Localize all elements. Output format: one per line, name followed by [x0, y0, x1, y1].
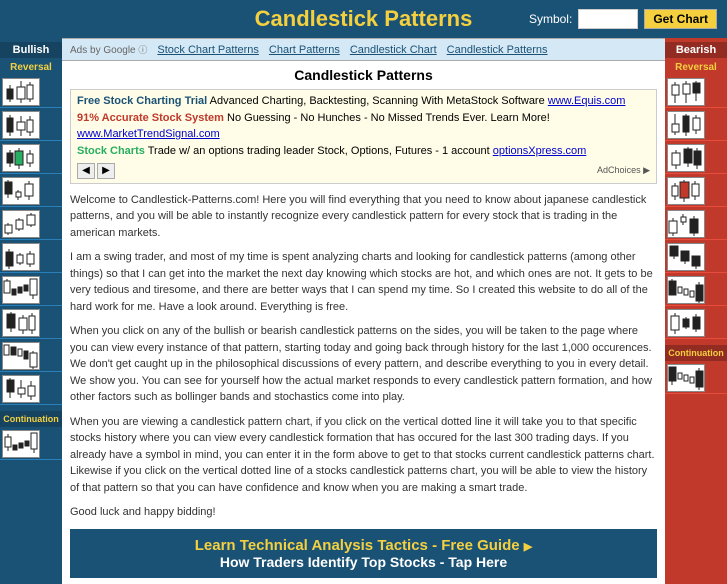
left-thumb-morning-star [2, 177, 40, 205]
left-thumb-3white [2, 210, 40, 238]
right-cont-thumb1 [667, 364, 705, 392]
left-continuation-section: Continuation [0, 411, 62, 427]
left-pattern-rising3[interactable] [0, 275, 62, 306]
symbol-label: Symbol: [529, 12, 572, 26]
ad-link-3[interactable]: optionsXpress.com [493, 145, 587, 157]
symbol-area: Symbol: Get Chart [529, 9, 717, 29]
right-pattern-falling3[interactable] [665, 275, 727, 306]
content-area: Candlestick Patterns Free Stock Charting… [62, 61, 665, 584]
right-pattern-darkcloud[interactable] [665, 143, 727, 174]
right-pattern-bearishengulf[interactable] [665, 176, 727, 207]
bottom-ad-arrow: ▶ [524, 541, 532, 553]
right-pattern-shootingstar[interactable] [665, 110, 727, 141]
ad-nav: ◀ ▶ AdChoices ▶ [77, 163, 650, 179]
left-pattern-doji[interactable] [0, 110, 62, 141]
main-layout: Bullish Reversal [0, 38, 727, 584]
bottom-ad-line2: How Traders Identify Top Stocks - Tap He… [78, 554, 649, 570]
left-pattern-engulf[interactable] [0, 143, 62, 174]
ad-text-1: Advanced Charting, Backtesting, Scanning… [210, 95, 548, 107]
right-thumb-3black [667, 243, 705, 271]
right-pattern-eveningstar[interactable] [665, 209, 727, 240]
right-continuation-section: Continuation [665, 345, 727, 361]
get-chart-button[interactable]: Get Chart [644, 9, 717, 29]
content-heading: Candlestick Patterns [70, 67, 657, 83]
symbol-input[interactable] [578, 9, 638, 29]
left-thumb-piercing [2, 309, 40, 337]
left-pattern-hammer[interactable] [0, 77, 62, 108]
body-para-3: When you click on any of the bullish or … [70, 323, 657, 406]
bottom-ad[interactable]: Learn Technical Analysis Tactics - Free … [70, 529, 657, 578]
nav-stock-chart-patterns[interactable]: Stock Chart Patterns [157, 44, 259, 56]
right-pattern-bearish-harami[interactable] [665, 308, 727, 339]
ad-line-3: Stock Charts Trade w/ an options trading… [77, 144, 650, 159]
body-para-1: Welcome to Candlestick-Patterns.com! Her… [70, 192, 657, 242]
right-cont-pattern1[interactable] [665, 363, 727, 394]
right-reversal-label: Reversal [665, 60, 727, 75]
right-thumb-darkcloud [667, 144, 705, 172]
body-para-2: I am a swing trader, and most of my time… [70, 249, 657, 315]
left-continuation-label: Continuation [0, 411, 62, 427]
nav-chart-patterns[interactable]: Chart Patterns [269, 44, 340, 56]
ad-link-2[interactable]: www.MarketTrendSignal.com [77, 128, 220, 140]
left-thumb-breakaway [2, 342, 40, 370]
left-thumb-harami [2, 243, 40, 271]
left-cont-thumb1 [2, 430, 40, 458]
right-pattern-hangingman[interactable] [665, 77, 727, 108]
right-thumb-hangingman [667, 78, 705, 106]
left-sidebar: Bullish Reversal [0, 38, 62, 584]
left-cont-pattern1[interactable] [0, 429, 62, 460]
left-pattern-3white[interactable] [0, 209, 62, 240]
left-pattern-piercing[interactable] [0, 308, 62, 339]
ad-link-1[interactable]: www.Equis.com [548, 95, 626, 107]
ad-choices[interactable]: AdChoices ▶ [597, 165, 650, 176]
right-thumb-falling3 [667, 276, 705, 304]
ad-box: Free Stock Charting Trial Advanced Chart… [70, 89, 657, 184]
right-continuation-label: Continuation [665, 345, 727, 361]
right-thumb-bearishengulf [667, 177, 705, 205]
body-para-5: Good luck and happy bidding! [70, 504, 657, 521]
left-thumb-invhammer [2, 375, 40, 403]
right-thumb-shootingstar [667, 111, 705, 139]
left-thumb-rising3 [2, 276, 40, 304]
left-thumb-hammer [2, 78, 40, 106]
ad-prev-button[interactable]: ◀ [77, 163, 95, 179]
right-thumb-bearish-harami [667, 309, 705, 337]
right-thumb-eveningstar [667, 210, 705, 238]
left-reversal-label: Reversal [0, 60, 62, 75]
ad-next-button[interactable]: ▶ [97, 163, 115, 179]
ad-nav-buttons: ◀ ▶ [77, 163, 115, 179]
bottom-ad-line1: Learn Technical Analysis Tactics - Free … [78, 537, 649, 554]
right-bearish-label: Bearish [665, 42, 727, 58]
nav-bar: Ads by Google ⓘ Stock Chart Patterns Cha… [62, 38, 665, 61]
left-thumb-engulf [2, 144, 40, 172]
ad-label-1: Free Stock Charting Trial [77, 95, 207, 107]
left-pattern-invhammer[interactable] [0, 374, 62, 405]
left-pattern-breakaway[interactable] [0, 341, 62, 372]
center-content: Ads by Google ⓘ Stock Chart Patterns Cha… [62, 38, 665, 584]
left-pattern-harami[interactable] [0, 242, 62, 273]
ad-text-2: No Guessing - No Hunches - No Missed Tre… [227, 112, 550, 124]
nav-candlestick-chart[interactable]: Candlestick Chart [350, 44, 437, 56]
body-para-4: When you are viewing a candlestick patte… [70, 414, 657, 497]
right-pattern-3black[interactable] [665, 242, 727, 273]
ad-line-2: 91% Accurate Stock System No Guessing - … [77, 111, 650, 142]
top-bar: Candlestick Patterns Symbol: Get Chart [0, 0, 727, 38]
ad-line-1: Free Stock Charting Trial Advanced Chart… [77, 94, 650, 109]
left-pattern-morning-star[interactable] [0, 176, 62, 207]
ads-label: Ads by Google ⓘ [70, 43, 147, 56]
right-sidebar: Bearish Reversal [665, 38, 727, 584]
nav-candlestick-patterns[interactable]: Candlestick Patterns [447, 44, 548, 56]
ad-label-3: Stock Charts [77, 145, 145, 157]
ad-text-3: Trade w/ an options trading leader Stock… [148, 145, 493, 157]
left-thumb-doji [2, 111, 40, 139]
ad-label-2: 91% Accurate Stock System [77, 112, 224, 124]
left-bullish-label: Bullish [0, 42, 62, 58]
ads-icon: ⓘ [138, 45, 147, 55]
